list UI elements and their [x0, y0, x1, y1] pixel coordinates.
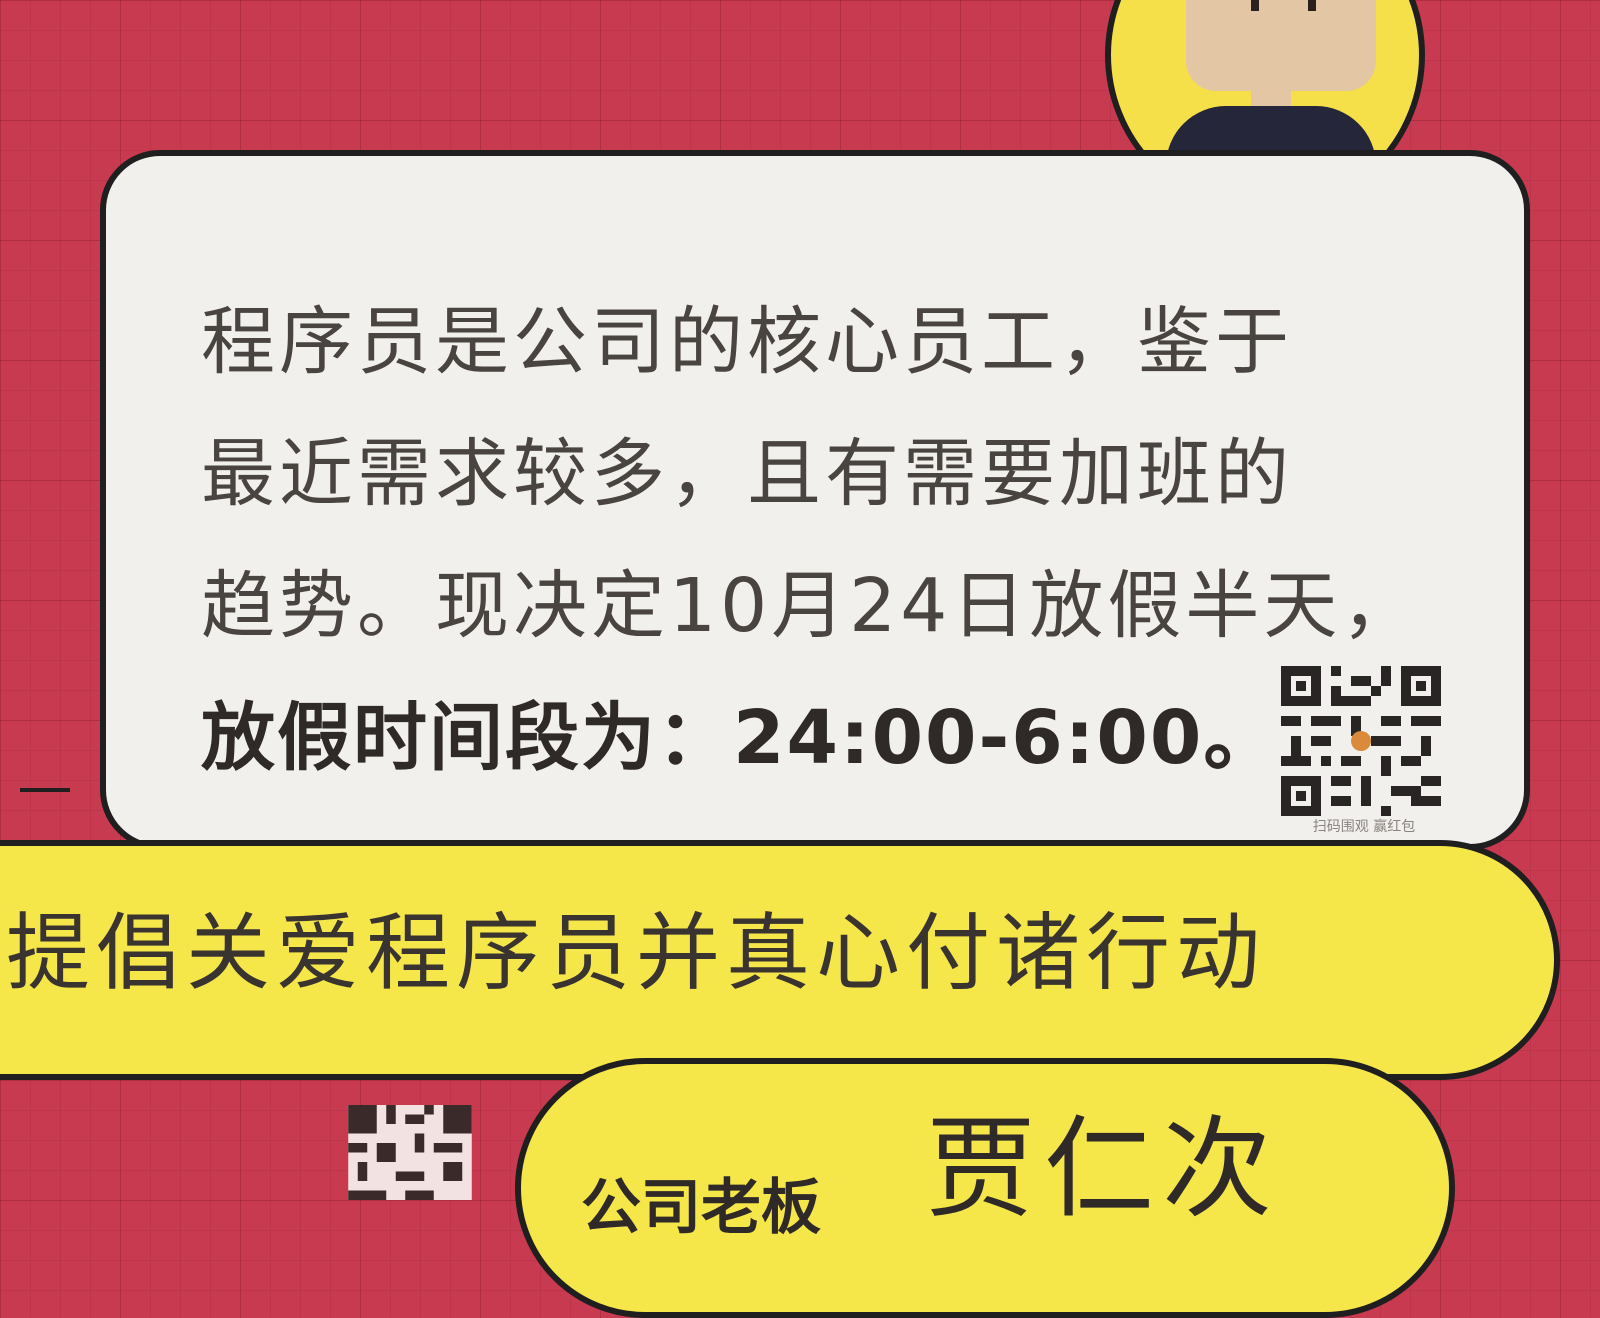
qr-caption: 扫码围观 赢红包 [1312, 819, 1416, 835]
qr-code-icon [1281, 666, 1441, 816]
slogan-banner: 提倡关爱程序员并真心付诸行动 [0, 840, 1560, 1080]
notice-line-4-holiday-time: 放假时间段为：24:00-6:00。 [201, 695, 1280, 781]
small-qr-code-icon [348, 1105, 472, 1200]
signature-bubble: 公司老板 贾仁次 [515, 1058, 1455, 1318]
notice-text: 程序员是公司的核心员工，鉴于 最近需求较多，且有需要加班的 趋势。现决定10月2… [201, 276, 1461, 804]
notice-line-2: 最近需求较多，且有需要加班的 [201, 431, 1293, 517]
avatar-face [1186, 0, 1376, 91]
notice-line-3: 趋势。现决定10月24日放假半天， [201, 563, 1420, 649]
divider-dash [20, 788, 70, 792]
signature-label: 公司老板 [581, 1173, 821, 1243]
notice-line-1: 程序员是公司的核心员工，鉴于 [201, 299, 1293, 385]
slogan-text: 提倡关爱程序员并真心付诸行动 [6, 904, 1267, 1002]
notice-speech-bubble: 程序员是公司的核心员工，鉴于 最近需求较多，且有需要加班的 趋势。现决定10月2… [100, 150, 1530, 850]
poster: 程序员是公司的核心员工，鉴于 最近需求较多，且有需要加班的 趋势。现决定10月2… [0, 0, 1600, 1318]
signature-name: 贾仁次 [926, 1105, 1280, 1233]
avatar-mustache [1251, 0, 1316, 11]
